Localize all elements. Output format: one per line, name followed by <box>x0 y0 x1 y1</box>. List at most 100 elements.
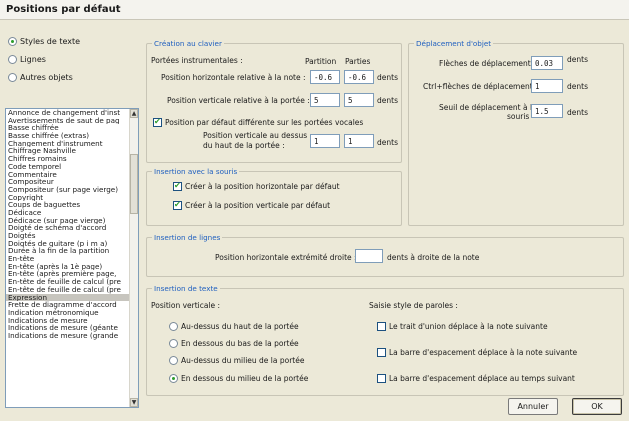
list-item[interactable]: En-tête <box>6 255 130 263</box>
ctrl-arrows-input[interactable]: 1 <box>531 79 563 93</box>
threshold-input[interactable]: 1.5 <box>531 104 563 118</box>
list-scrollbar[interactable]: ▲ ▼ <box>129 109 138 407</box>
radio-button-icon <box>8 37 17 46</box>
arrows-input[interactable]: 0.03 <box>531 56 563 70</box>
radio-below-middle-staff[interactable]: En dessous du milieu de la portée <box>169 374 308 383</box>
v-partition-input[interactable]: 5 <box>310 93 340 107</box>
list-item[interactable]: Indications de mesure <box>6 317 130 325</box>
list-item[interactable]: En-tête de feuille de calcul (pre <box>6 286 130 294</box>
list-item[interactable]: Durée à la fin de la partition <box>6 247 130 255</box>
space-next-beat-checkbox[interactable]: La barre d'espacement déplace au temps s… <box>377 374 575 383</box>
checkbox-label: La barre d'espacement déplace à la note … <box>389 348 578 357</box>
radio-button-icon <box>8 73 17 82</box>
group-deplacement-objet: Déplacement d'objet Flèches de déplaceme… <box>408 39 624 226</box>
hyphen-next-note-checkbox[interactable]: Le trait d'union déplace à la note suiva… <box>377 322 548 331</box>
group-title: Insertion avec la souris <box>152 167 240 176</box>
radio-button-icon <box>169 374 178 383</box>
column-parties: Parties <box>345 57 371 66</box>
list-item[interactable]: Dédicace <box>6 209 130 217</box>
radio-label: Au-dessus du milieu de la portée <box>181 356 305 365</box>
line-end-input[interactable] <box>355 249 383 263</box>
list-item[interactable]: En-tête (après la 1è page) <box>6 263 130 271</box>
radio-lignes[interactable]: Lignes <box>8 55 46 64</box>
list-item[interactable]: Chiffrage Nashville <box>6 147 130 155</box>
radio-button-icon <box>169 322 178 331</box>
radio-label: Au-dessus du haut de la portée <box>181 322 299 331</box>
vocal-partition-input[interactable]: 1 <box>310 134 340 148</box>
list-item[interactable]: En-tête (après première page, <box>6 270 130 278</box>
radio-label: Lignes <box>20 55 46 64</box>
list-item[interactable]: Expression <box>6 293 130 302</box>
list-item[interactable]: Commentaire <box>6 171 130 179</box>
radio-styles-texte[interactable]: Styles de texte <box>8 37 80 46</box>
radio-above-middle-staff[interactable]: Au-dessus du milieu de la portée <box>169 356 304 365</box>
ok-button[interactable]: OK <box>572 398 622 415</box>
scroll-down-icon[interactable]: ▼ <box>130 398 138 407</box>
list-item[interactable]: Indications de mesure (grande <box>6 332 130 340</box>
vocal-default-checkbox[interactable]: Position par défaut différente sur les p… <box>153 117 364 127</box>
list-item[interactable]: Indication métronomique <box>6 309 130 317</box>
radio-button-icon <box>169 339 178 348</box>
line-end-suffix: dents à droite de la note <box>387 253 480 262</box>
list-item[interactable]: Doigté de schéma d'accord <box>6 224 130 232</box>
threshold-label: Seuil de déplacement à la <box>439 103 537 112</box>
arrows-label: Flèches de déplacement <box>439 59 531 68</box>
list-item[interactable]: Basse chiffrée (extras) <box>6 132 130 140</box>
radio-above-top-staff[interactable]: Au-dessus du haut de la portée <box>169 322 299 331</box>
list-item[interactable]: Copyright <box>6 194 130 202</box>
vertical-position-label: Position verticale : <box>151 301 221 310</box>
unit-label: dents <box>377 96 398 105</box>
radio-label: En dessous du bas de la portée <box>181 339 299 348</box>
object-style-list[interactable]: Annonce de changement d'inst Avertissemen… <box>5 108 139 408</box>
group-creation-clavier: Création au clavier Portées instrumental… <box>146 39 402 163</box>
list-item[interactable]: Avertissements de saut de pag <box>6 117 130 125</box>
checkbox-label: Le trait d'union déplace à la note suiva… <box>389 322 548 331</box>
group-insertion-souris: Insertion avec la souris Créer à la posi… <box>146 167 402 226</box>
mouse-v-default-checkbox[interactable]: Créer à la position verticale par défaut <box>173 200 330 210</box>
radio-label: Autres objets <box>20 73 73 82</box>
list-item[interactable]: Doigtés <box>6 232 130 240</box>
group-title: Insertion de texte <box>152 284 220 293</box>
radio-below-bottom-staff[interactable]: En dessous du bas de la portée <box>169 339 299 348</box>
mouse-h-default-checkbox[interactable]: Créer à la position horizontale par défa… <box>173 181 340 191</box>
list-item[interactable]: Dédicace (sur page vierge) <box>6 217 130 225</box>
checkbox-label: La barre d'espacement déplace au temps s… <box>389 374 575 383</box>
group-insertion-texte: Insertion de texte Position verticale : … <box>146 284 624 396</box>
checkbox-icon <box>377 348 386 357</box>
h-position-label: Position horizontale relative à la note … <box>161 73 306 82</box>
list-item[interactable]: Compositeur (sur page vierge) <box>6 186 130 194</box>
checkbox-label: Position par défaut différente sur les p… <box>165 118 364 127</box>
v-position-label: Position verticale relative à la portée … <box>167 96 310 105</box>
threshold-label-2: souris <box>507 112 530 121</box>
scrollbar-thumb[interactable] <box>130 154 138 214</box>
group-insertion-lignes: Insertion de lignes Position horizontale… <box>146 233 624 277</box>
list-item[interactable]: Annonce de changement d'inst <box>6 109 130 117</box>
cancel-button[interactable]: Annuler <box>508 398 558 415</box>
radio-button-icon <box>169 356 178 365</box>
list-item[interactable]: Changement d'instrument <box>6 140 130 148</box>
radio-button-icon <box>8 55 17 64</box>
list-item[interactable]: En-tête de feuille de calcul (pre <box>6 278 130 286</box>
list-item[interactable]: Basse chiffrée <box>6 124 130 132</box>
space-next-note-checkbox[interactable]: La barre d'espacement déplace à la note … <box>377 348 577 357</box>
v-parties-input[interactable]: 5 <box>344 93 374 107</box>
radio-label: Styles de texte <box>20 37 81 46</box>
list-item[interactable]: Doigtés de guitare (p i m a) <box>6 240 130 248</box>
scroll-up-icon[interactable]: ▲ <box>130 109 138 118</box>
list-item[interactable]: Frette de diagramme d'accord <box>6 301 130 309</box>
radio-label: En dessous du milieu de la portée <box>181 374 309 383</box>
list-item[interactable]: Indications de mesure (géante <box>6 324 130 332</box>
group-title: Insertion de lignes <box>152 233 223 242</box>
list-item[interactable]: Coups de baguettes <box>6 201 130 209</box>
checkbox-icon <box>173 181 182 191</box>
h-parties-input[interactable]: -0.6 <box>344 70 374 84</box>
list-item[interactable]: Chiffres romains <box>6 155 130 163</box>
vocal-parties-input[interactable]: 1 <box>344 134 374 148</box>
list-item[interactable]: Code temporel <box>6 163 130 171</box>
h-partition-input[interactable]: -0.6 <box>310 70 340 84</box>
radio-autres-objets[interactable]: Autres objets <box>8 73 73 82</box>
object-style-items: Annonce de changement d'inst Avertissemen… <box>6 109 138 340</box>
unit-label: dents <box>377 73 398 82</box>
unit-label: dents <box>567 55 588 64</box>
list-item[interactable]: Compositeur <box>6 178 130 186</box>
